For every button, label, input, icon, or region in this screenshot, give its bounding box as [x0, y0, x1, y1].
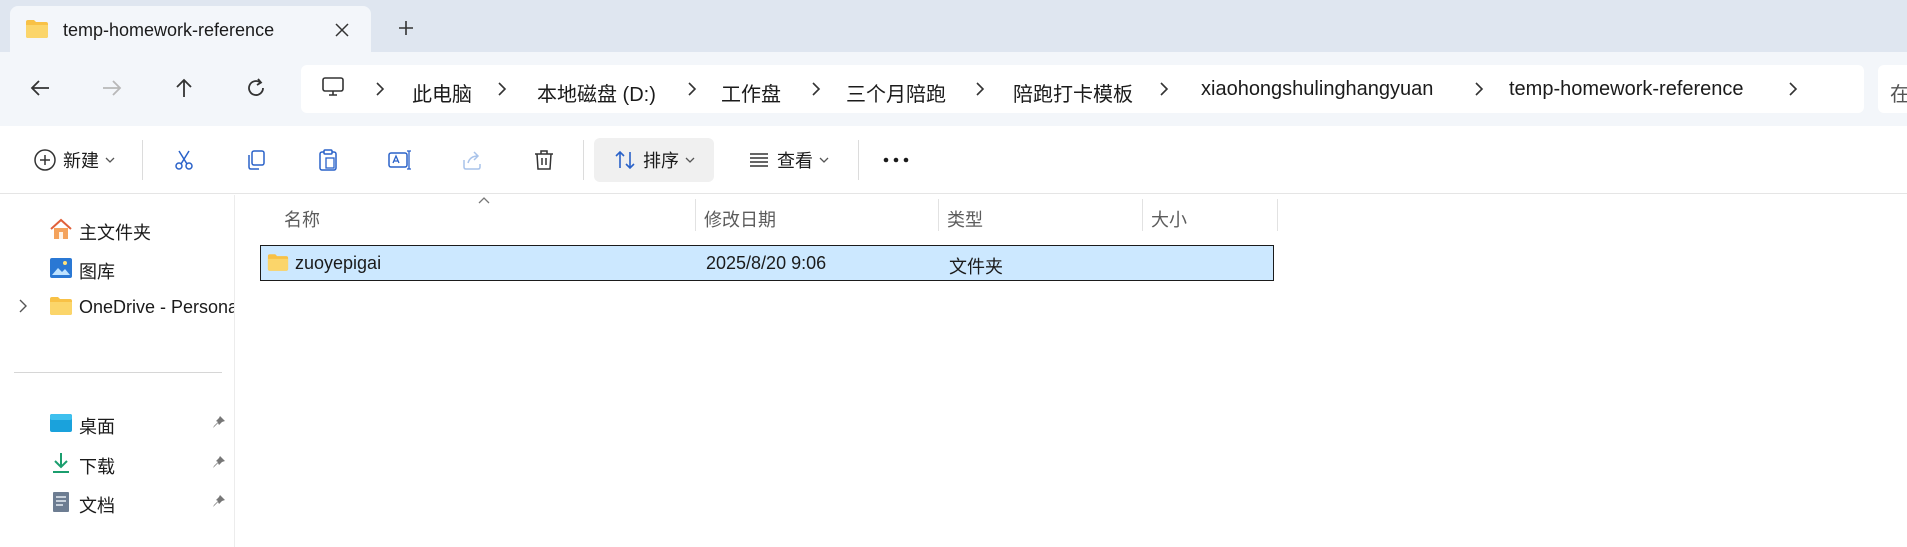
command-bar: 新建 排序 查看 — [0, 126, 1907, 194]
sidebar-item-documents[interactable]: 文档 — [0, 482, 235, 522]
sidebar-item-gallery[interactable]: 图库 — [0, 248, 235, 288]
share-icon — [463, 151, 481, 170]
column-header-label: 大小 — [1151, 210, 1187, 230]
sidebar-item-onedrive[interactable]: OneDrive - Personal — [0, 287, 235, 327]
tab-bar: temp-homework-reference — [0, 0, 1907, 52]
column-header-type[interactable]: 类型 — [939, 195, 1143, 235]
refresh-icon[interactable] — [236, 68, 276, 108]
add-circle-icon — [34, 149, 56, 171]
trash-icon — [535, 150, 553, 170]
chevron-right-icon[interactable] — [684, 79, 700, 99]
sort-button-label: 排序 — [643, 151, 679, 171]
delete-button[interactable] — [522, 138, 566, 182]
sidebar-item-desktop[interactable]: 桌面 — [0, 403, 235, 443]
sidebar-item-downloads[interactable]: 下载 — [0, 443, 235, 483]
sort-button[interactable]: 排序 — [594, 138, 714, 182]
view-button[interactable]: 查看 — [736, 138, 840, 182]
rename-button[interactable] — [378, 138, 422, 182]
column-header-label: 类型 — [947, 210, 983, 230]
download-icon — [49, 452, 73, 474]
forward-icon[interactable] — [92, 68, 132, 108]
sidebar-item-label: 桌面 — [79, 417, 115, 437]
sidebar-item-label: OneDrive - Personal — [79, 297, 234, 317]
new-tab-button[interactable] — [390, 12, 422, 44]
view-button-label: 查看 — [777, 151, 813, 171]
home-icon — [49, 218, 73, 240]
table-row[interactable]: zuoyepigai 2025/8/20 9:06 文件夹 — [260, 245, 1274, 281]
divider — [14, 372, 222, 373]
column-resize-handle[interactable] — [1277, 199, 1278, 231]
chevron-right-icon[interactable] — [18, 299, 28, 318]
copy-button[interactable] — [234, 138, 278, 182]
navigation-bar: 此电脑 本地磁盘 (D:) 工作盘 三个月陪跑 陪跑打卡模板 xiaohongs… — [0, 52, 1907, 126]
chevron-down-icon — [819, 157, 829, 163]
chevron-down-icon — [105, 157, 115, 163]
file-type: 文件夹 — [949, 257, 1003, 277]
navigation-pane: 主文件夹 图库 OneDrive - Personal 桌面 下载 文档 — [0, 195, 235, 547]
divider — [858, 140, 859, 180]
sidebar-item-label: 主文件夹 — [79, 223, 151, 243]
back-icon[interactable] — [20, 68, 60, 108]
chevron-right-icon[interactable] — [1785, 79, 1801, 99]
up-icon[interactable] — [164, 68, 204, 108]
file-modified: 2025/8/20 9:06 — [706, 253, 827, 273]
breadcrumb-item[interactable]: 三个月陪跑 — [846, 78, 946, 107]
sidebar-item-label: 图库 — [79, 262, 115, 282]
desktop-icon — [49, 412, 73, 434]
column-header-label: 修改日期 — [704, 210, 776, 230]
breadcrumb-item[interactable]: 此电脑 — [412, 78, 472, 107]
column-header-modified[interactable]: 修改日期 — [696, 195, 939, 235]
chevron-right-icon[interactable] — [972, 79, 988, 99]
pin-icon[interactable] — [212, 494, 226, 513]
divider — [142, 140, 143, 180]
new-button[interactable]: 新建 — [24, 138, 124, 182]
sort-icon — [615, 150, 635, 170]
paste-button[interactable] — [306, 138, 350, 182]
pin-icon[interactable] — [212, 415, 226, 434]
breadcrumb-item[interactable]: xiaohongshulinghangyuan — [1201, 78, 1433, 101]
cut-icon — [175, 150, 193, 170]
chevron-right-icon[interactable] — [808, 79, 824, 99]
copy-icon — [248, 150, 265, 170]
file-list: 名称 修改日期 类型 大小 zuoyepigai 2025/8/20 9:06 … — [236, 195, 1907, 547]
address-bar[interactable]: 此电脑 本地磁盘 (D:) 工作盘 三个月陪跑 陪跑打卡模板 xiaohongs… — [301, 65, 1864, 113]
breadcrumb-item[interactable]: 本地磁盘 (D:) — [537, 78, 656, 107]
close-icon[interactable] — [328, 16, 356, 44]
tab-temp-homework-reference[interactable]: temp-homework-reference — [10, 6, 371, 52]
chevron-right-icon[interactable] — [494, 79, 510, 99]
chevron-right-icon[interactable] — [1156, 79, 1172, 99]
sidebar-item-home[interactable]: 主文件夹 — [0, 209, 235, 249]
search-input[interactable]: 在 — [1878, 65, 1907, 113]
folder-icon — [267, 253, 289, 277]
folder-icon — [49, 296, 73, 318]
breadcrumb-item-current[interactable]: temp-homework-reference — [1509, 78, 1744, 101]
divider — [583, 140, 584, 180]
sidebar-item-label: 下载 — [79, 457, 115, 477]
column-header-label: 名称 — [284, 210, 320, 230]
new-button-label: 新建 — [63, 151, 99, 171]
chevron-right-icon[interactable] — [372, 79, 388, 99]
folder-icon — [25, 19, 49, 44]
paste-icon — [319, 149, 337, 171]
cut-button[interactable] — [162, 138, 206, 182]
chevron-right-icon[interactable] — [1471, 79, 1487, 99]
document-icon — [49, 491, 73, 513]
gallery-icon — [49, 257, 73, 279]
file-name[interactable]: zuoyepigai — [295, 253, 381, 274]
sidebar-item-label: 文档 — [79, 496, 115, 516]
pin-icon[interactable] — [212, 455, 226, 474]
tab-title: temp-homework-reference — [63, 20, 275, 40]
breadcrumb-item[interactable]: 工作盘 — [721, 78, 781, 107]
rename-icon — [388, 150, 411, 170]
more-icon — [883, 157, 909, 163]
chevron-down-icon — [685, 157, 695, 163]
column-header-size[interactable]: 大小 — [1143, 195, 1278, 235]
search-placeholder: 在 — [1890, 84, 1907, 106]
breadcrumb-item[interactable]: 陪跑打卡模板 — [1013, 78, 1133, 107]
computer-icon[interactable] — [321, 76, 345, 104]
column-header-name[interactable]: 名称 — [276, 195, 696, 235]
more-options-button[interactable] — [874, 138, 918, 182]
share-button[interactable] — [450, 138, 494, 182]
view-list-icon — [750, 153, 768, 167]
